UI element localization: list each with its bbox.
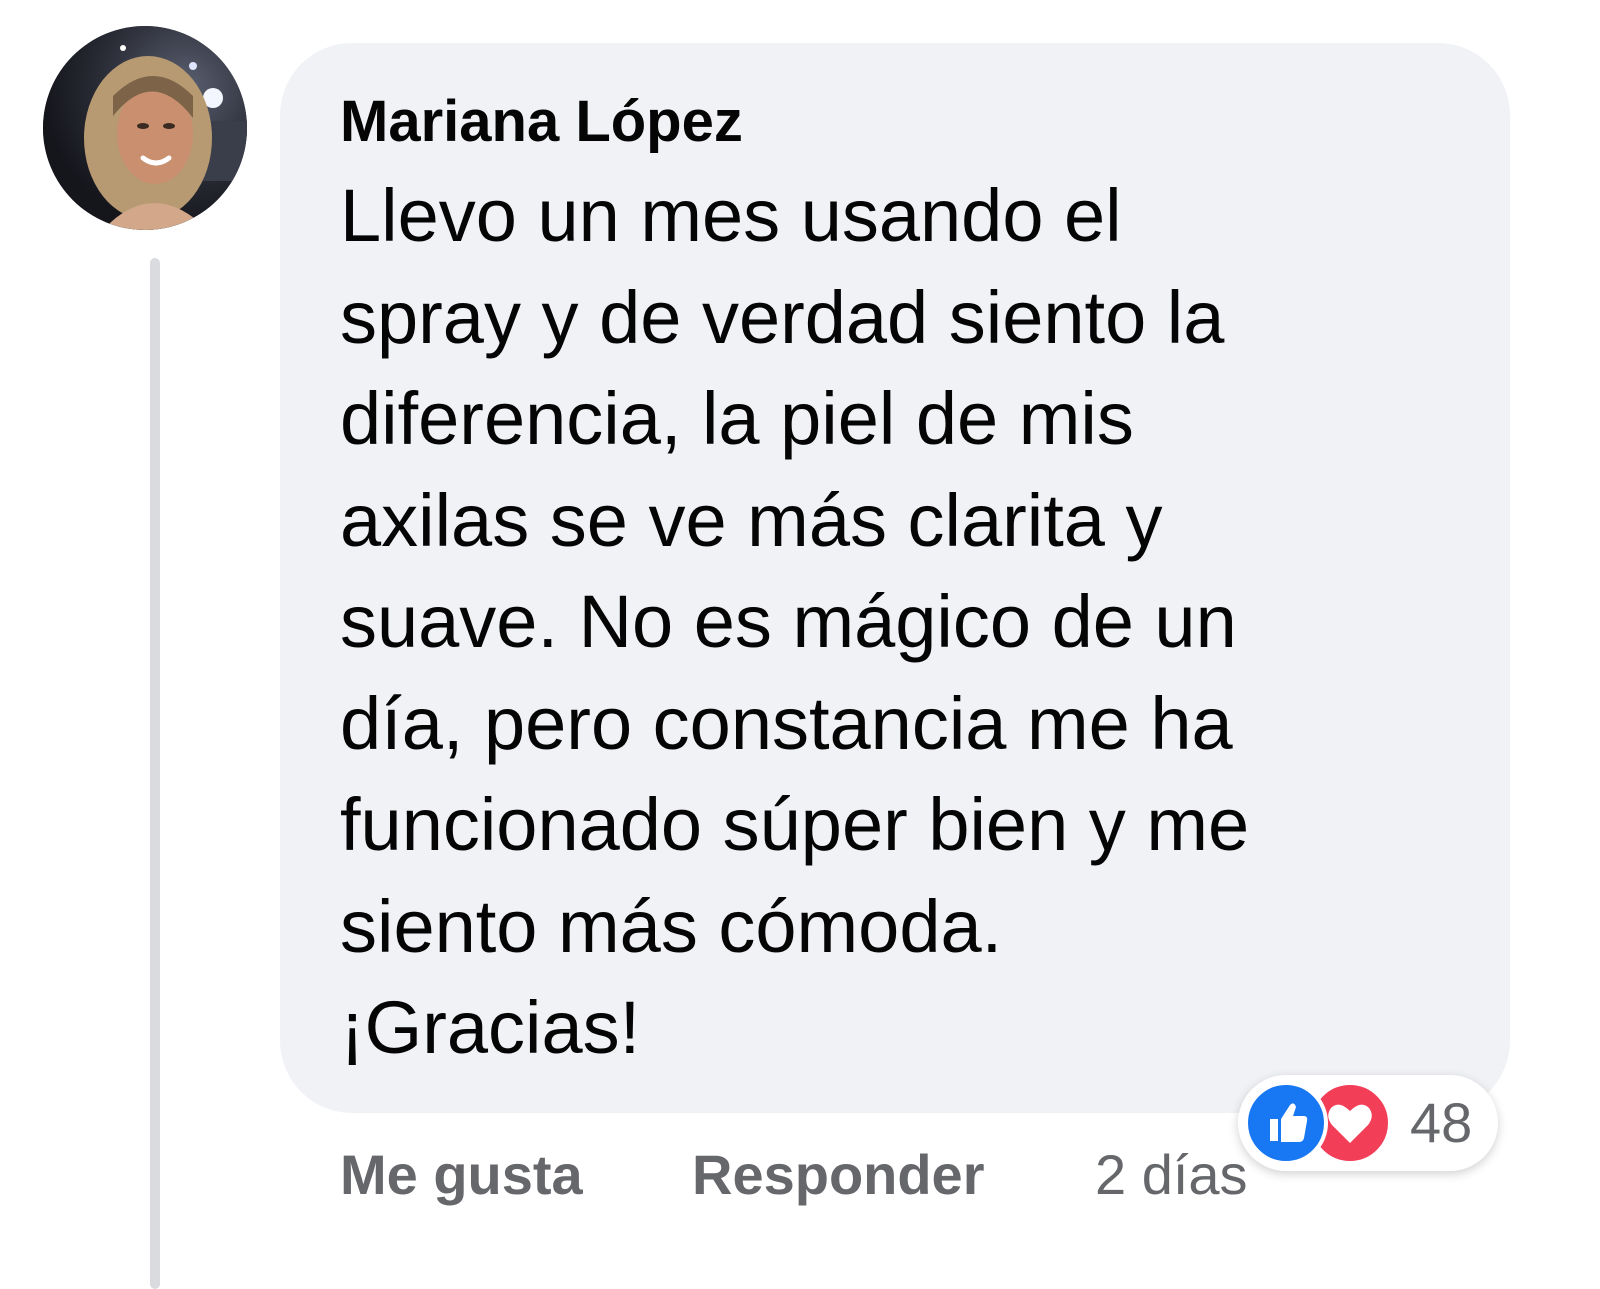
reply-button[interactable]: Responder: [692, 1140, 985, 1210]
avatar[interactable]: [43, 26, 247, 230]
like-reaction-icon: [1244, 1081, 1328, 1165]
comment-line: ¡Gracias!: [340, 986, 641, 1069]
comment-line: suave. No es mágico de un: [340, 580, 1237, 663]
comment-line: Llevo un mes usando el: [340, 174, 1122, 257]
comment-line: spray y de verdad siento la: [340, 275, 1225, 359]
thread-line: [150, 258, 160, 1289]
comment-line: funcionado súper bien y me: [340, 783, 1250, 866]
comment-line: axilas se ve más clarita y: [340, 478, 1163, 562]
comment-author[interactable]: Mariana López: [340, 82, 743, 162]
comment-line: día, pero constancia me ha: [340, 681, 1233, 765]
like-button[interactable]: Me gusta: [340, 1140, 583, 1210]
reaction-count: 48: [1410, 1091, 1473, 1154]
comment-line: diferencia, la piel de mis: [340, 377, 1134, 460]
reactions-summary[interactable]: 48: [1238, 1075, 1498, 1171]
comment-text: Llevo un mes usando el spray y de verdad…: [340, 165, 1480, 1079]
comment-timestamp[interactable]: 2 días: [1095, 1140, 1248, 1210]
profile-photo-icon: [43, 26, 247, 230]
comment-line: siento más cómoda.: [340, 884, 1003, 968]
